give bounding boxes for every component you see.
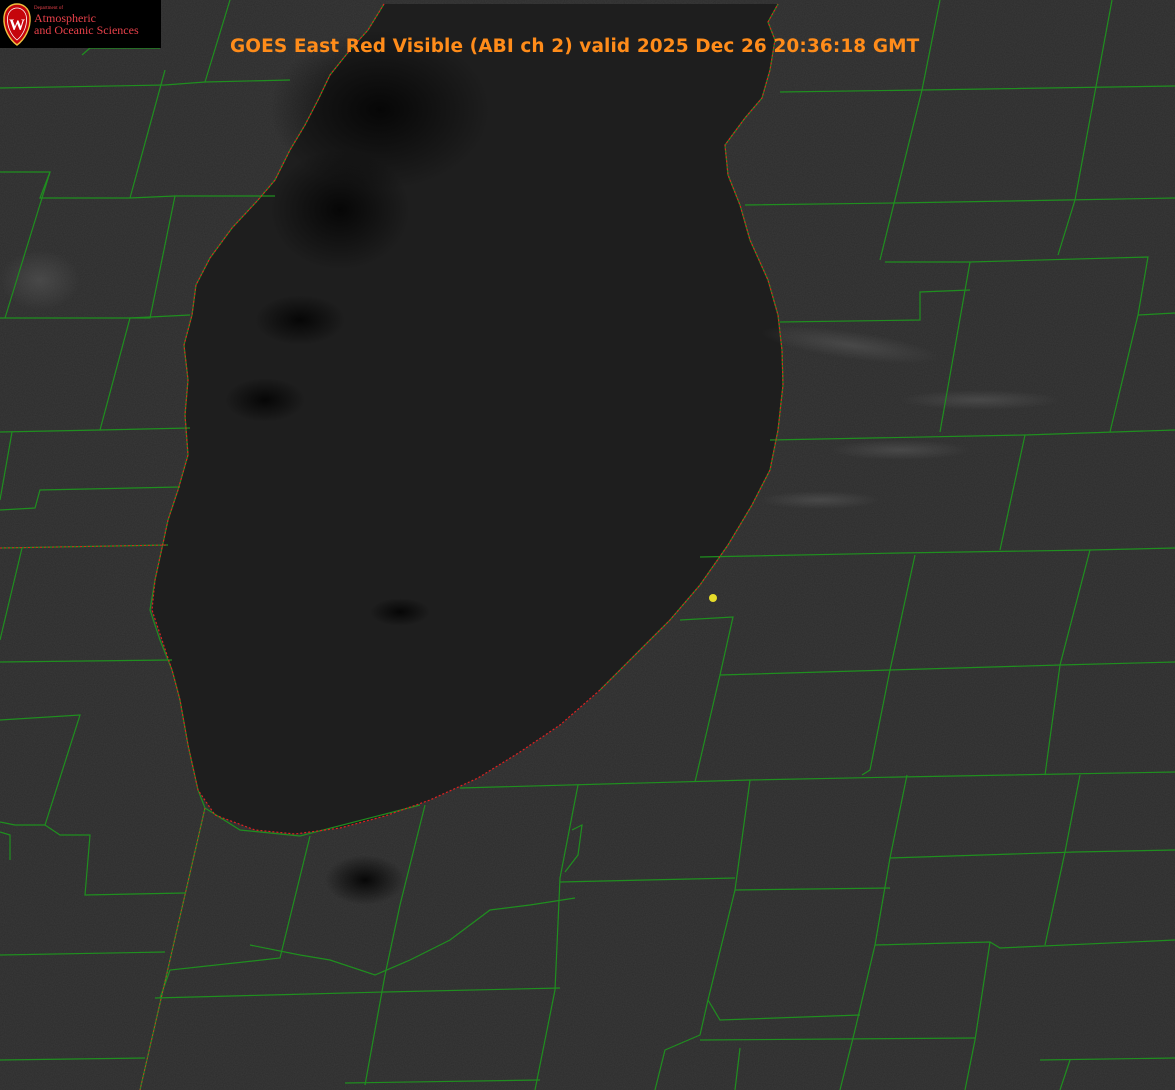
department-logo[interactable]: W Department of Atmospheric and Oceanic …: [0, 0, 161, 48]
satellite-map[interactable]: [0, 0, 1175, 1090]
image-title: GOES East Red Visible (ABI ch 2) valid 2…: [230, 36, 920, 57]
cloud-dark: [325, 855, 405, 905]
uw-crest-icon: W: [3, 3, 31, 46]
cloud-dark: [225, 378, 305, 422]
cloud-dark: [255, 295, 345, 345]
cloud-dark: [370, 598, 430, 626]
cloud-streak: [900, 390, 1060, 410]
station-marker[interactable]: [709, 594, 717, 602]
cloud-streak: [760, 491, 880, 509]
logo-text: Department of Atmospheric and Oceanic Sc…: [34, 6, 139, 36]
cloud-streak: [830, 440, 970, 460]
cloud-streak: [0, 250, 80, 310]
cloud-dark: [270, 150, 410, 270]
crest-letter: W: [9, 17, 25, 34]
logo-line-2: and Oceanic Sciences: [34, 23, 139, 37]
